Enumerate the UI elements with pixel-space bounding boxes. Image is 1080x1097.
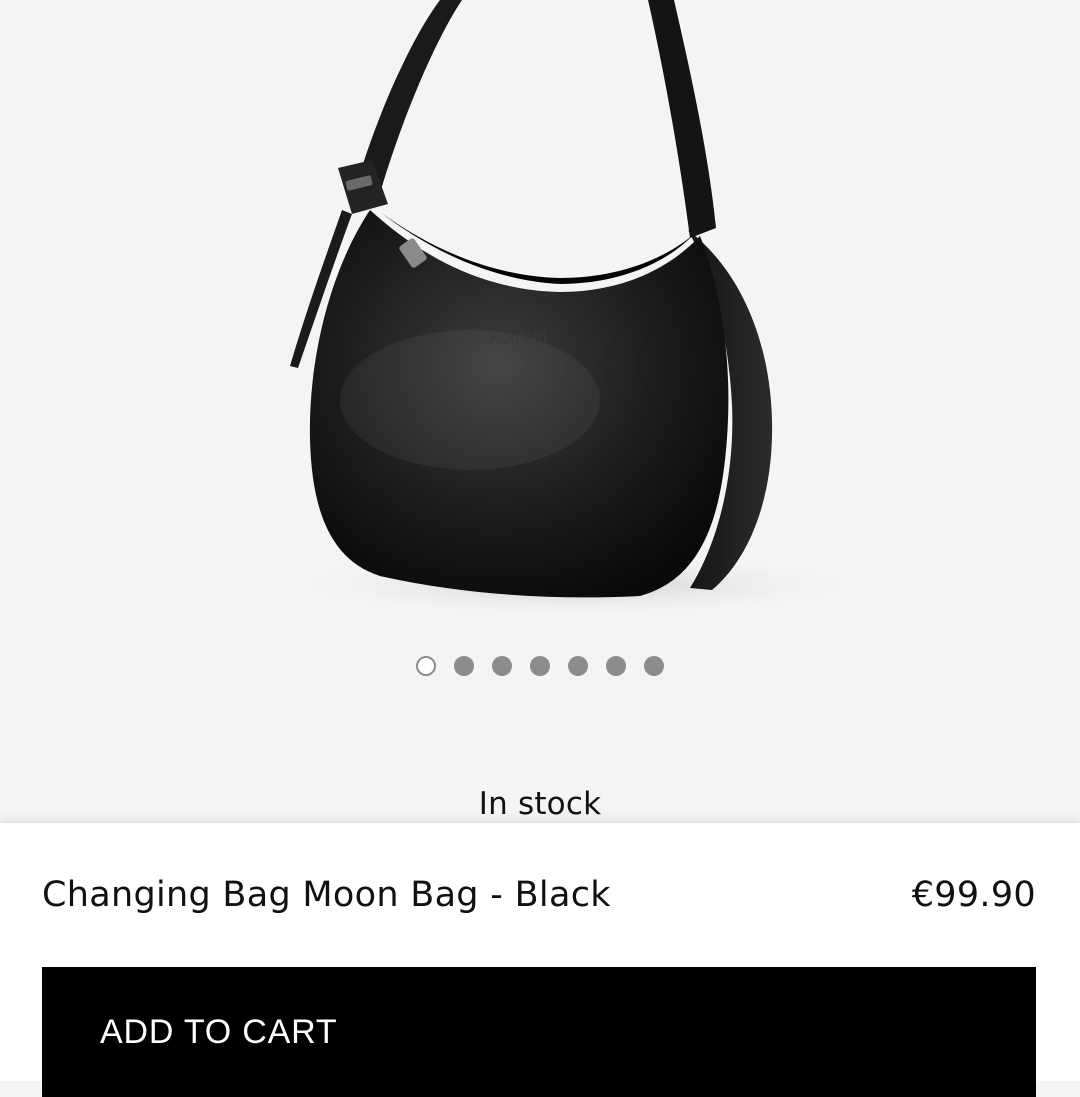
carousel-dot-6[interactable] <box>606 656 626 676</box>
carousel-dot-2[interactable] <box>454 656 474 676</box>
stock-status: In stock <box>478 786 602 822</box>
product-title: Changing Bag Moon Bag - Black <box>42 875 611 915</box>
bag-photo: Konfetti <box>275 0 875 617</box>
product-price: €99.90 <box>911 875 1036 915</box>
add-to-cart-button[interactable]: ADD TO CART <box>42 967 1036 1097</box>
product-image[interactable]: Konfetti <box>0 0 1080 640</box>
image-carousel-dots <box>0 656 1080 676</box>
carousel-dot-5[interactable] <box>568 656 588 676</box>
brand-logo: Konfetti <box>489 328 547 347</box>
carousel-dot-1[interactable] <box>416 656 436 676</box>
purchase-panel: Changing Bag Moon Bag - Black €99.90 ADD… <box>0 822 1080 1097</box>
carousel-dot-3[interactable] <box>492 656 512 676</box>
carousel-dot-7[interactable] <box>644 656 664 676</box>
carousel-dot-4[interactable] <box>530 656 550 676</box>
add-to-cart-label: ADD TO CART <box>100 1013 338 1051</box>
